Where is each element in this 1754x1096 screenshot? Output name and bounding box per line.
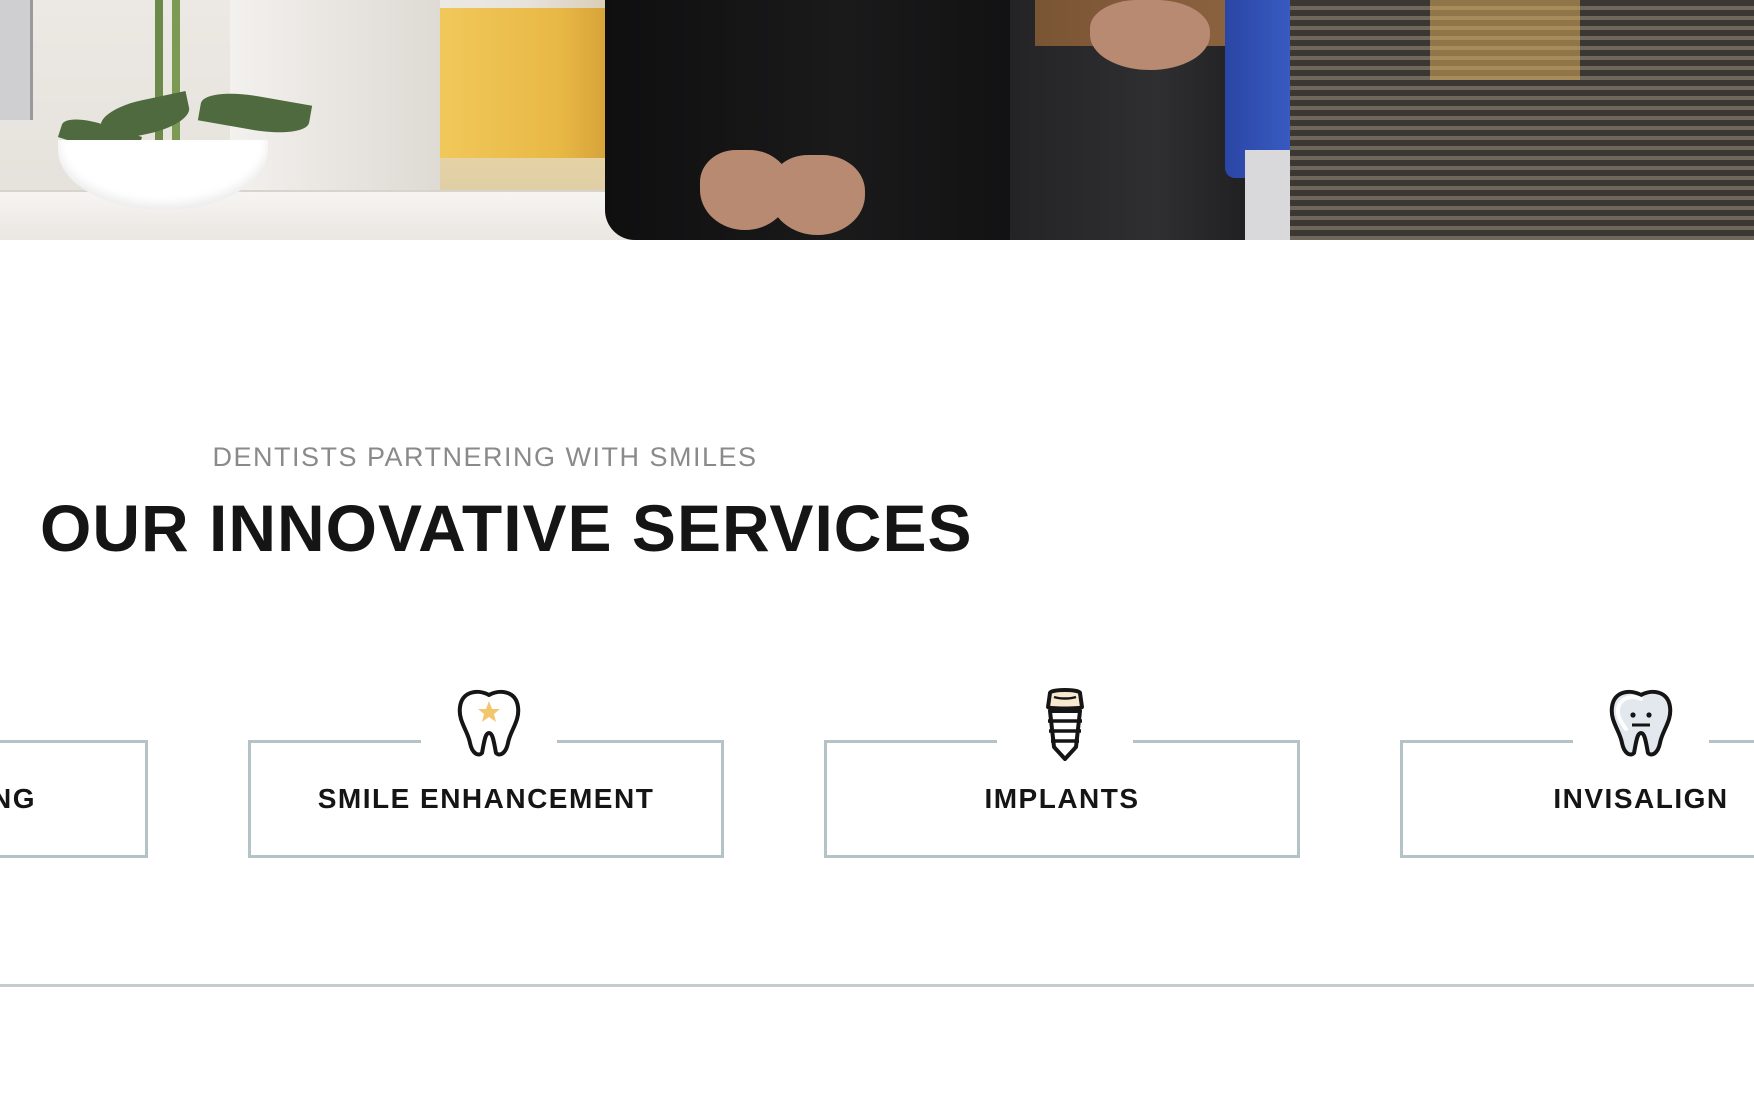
service-card-invisalign[interactable]: INVISALIGN	[1400, 689, 1754, 858]
service-card-smile-enhancement[interactable]: SMILE ENHANCEMENT	[248, 689, 724, 858]
section-title: OUR INNOVATIVE SERVICES	[40, 491, 973, 565]
service-card-label: IMPLANTS	[984, 783, 1140, 814]
page: DENTISTS PARTNERING WITH SMILES OUR INNO…	[0, 0, 1754, 1096]
section-kicker: DENTISTS PARTNERING WITH SMILES	[212, 442, 758, 472]
service-card-label: NG	[0, 783, 36, 814]
implant-icon	[1046, 688, 1084, 761]
monitor-shape	[0, 0, 33, 120]
service-card[interactable]: NG	[0, 740, 148, 858]
hero-photo	[0, 0, 1754, 240]
service-card-label: SMILE ENHANCEMENT	[317, 783, 655, 814]
section-divider	[0, 984, 1754, 987]
tooth-aligner-icon	[1609, 689, 1673, 757]
service-card-label: INVISALIGN	[1553, 783, 1729, 814]
tooth-star-icon	[457, 689, 521, 757]
service-card-implants[interactable]: IMPLANTS	[824, 688, 1300, 858]
